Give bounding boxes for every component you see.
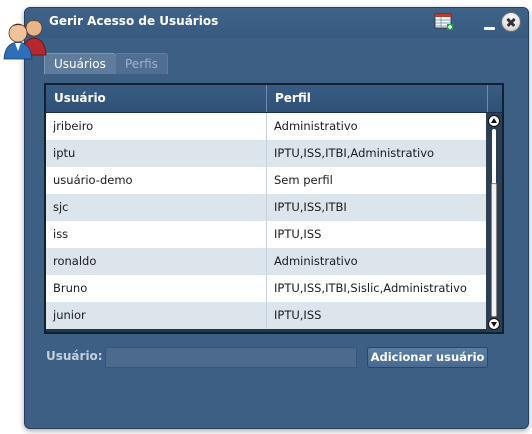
cell-user: jribeiro xyxy=(46,113,267,140)
cell-user: iptu xyxy=(46,140,267,167)
user-access-window: Gerir Acesso de Usuários Usuários Perfis… xyxy=(24,7,529,429)
cell-user: Bruno xyxy=(46,275,267,302)
tab-perfis[interactable]: Perfis xyxy=(115,53,168,74)
cell-profile: IPTU,ISS,ITBI,Sislic,Administrativo xyxy=(274,281,467,295)
column-header-user[interactable]: Usuário xyxy=(46,85,267,112)
cell-user: iss xyxy=(46,221,267,248)
cell-user: ronaldo xyxy=(46,248,267,275)
table-row[interactable]: junior IPTU,ISS xyxy=(46,302,486,329)
close-button[interactable] xyxy=(501,12,521,32)
user-field-label: Usuário: xyxy=(46,349,103,363)
table-body: jribeiro Administrativo iptu IPTU,ISS,IT… xyxy=(46,113,486,332)
table-row[interactable]: Bruno IPTU,ISS,ITBI,Sislic,Administrativ… xyxy=(46,275,486,302)
add-user-button[interactable]: Adicionar usuário xyxy=(367,347,488,368)
table-row[interactable]: ronaldo Administrativo xyxy=(46,248,486,275)
cell-profile: IPTU,ISS,ITBI xyxy=(274,200,347,214)
title-bar[interactable]: Gerir Acesso de Usuários xyxy=(25,8,528,38)
window-title: Gerir Acesso de Usuários xyxy=(49,14,219,28)
scroll-up-button[interactable] xyxy=(488,115,500,127)
table-row[interactable]: sjc IPTU,ISS,ITBI xyxy=(46,194,486,221)
cell-profile: IPTU,ISS xyxy=(274,227,322,241)
cell-user: usuário-demo xyxy=(46,167,267,194)
table-edit-icon[interactable] xyxy=(434,13,454,31)
user-input[interactable] xyxy=(105,347,357,368)
table-row[interactable]: usuário-demo Sem perfil xyxy=(46,167,486,194)
cell-user: junior xyxy=(46,302,267,329)
users-icon xyxy=(3,19,47,60)
scroll-thumb[interactable] xyxy=(491,183,497,317)
table-row[interactable]: jribeiro Administrativo xyxy=(46,113,486,140)
column-header-spacer xyxy=(488,85,502,112)
tab-usuarios[interactable]: Usuários xyxy=(44,53,116,74)
scroll-down-button[interactable] xyxy=(488,318,500,330)
cell-profile: Sem perfil xyxy=(274,173,333,187)
cell-profile: IPTU,ISS xyxy=(274,308,322,322)
table-header: Usuário Perfil xyxy=(46,85,502,113)
cell-user: sjc xyxy=(46,194,267,221)
cell-profile: Administrativo xyxy=(274,119,358,133)
table-row[interactable]: iptu IPTU,ISS,ITBI,Administrativo xyxy=(46,140,486,167)
minimize-button[interactable] xyxy=(484,27,495,30)
table-scrollbar[interactable] xyxy=(486,113,502,332)
users-table: Usuário Perfil jribeiro Administrativo i… xyxy=(44,83,504,334)
cell-profile: IPTU,ISS,ITBI,Administrativo xyxy=(274,146,435,160)
column-header-profile[interactable]: Perfil xyxy=(267,85,488,112)
table-row[interactable]: iss IPTU,ISS xyxy=(46,221,486,248)
cell-profile: Administrativo xyxy=(274,254,358,268)
